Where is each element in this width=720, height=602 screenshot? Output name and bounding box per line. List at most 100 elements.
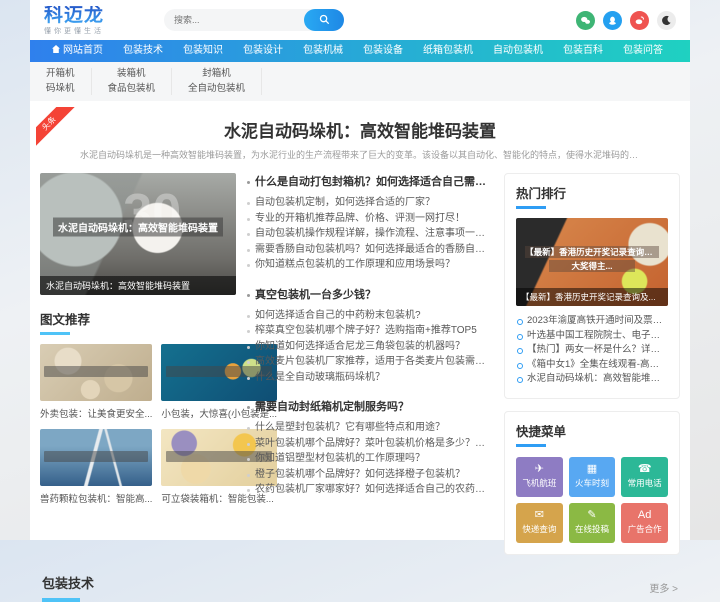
nav-item-baozhuangbaike[interactable]: 包装百科 xyxy=(553,40,613,62)
weibo-icon[interactable] xyxy=(630,10,649,30)
recommend-card[interactable]: 兽药颗粒包装机：智能高... xyxy=(40,429,153,505)
qa-link[interactable]: 什么是全自动玻璃瓶码垛机？ xyxy=(246,370,494,386)
airplane-icon: ✈ xyxy=(534,463,544,475)
main-columns: 30 水泥自动码垛机：高效智能堆码装置 水泥自动码垛机：高效智能堆码装置 图文推… xyxy=(30,171,690,567)
more-link[interactable]: 更多 > xyxy=(649,580,678,595)
qa-link[interactable]: 自动包装机操作规程详解，操作流程、注意事项一网打尽 xyxy=(246,226,494,242)
subnav-col-2: 装箱机 食品包装机 xyxy=(92,68,173,95)
nav-item-home[interactable]: 网站首页 xyxy=(42,40,113,62)
featured-overlay-title: 水泥自动码垛机：高效智能堆码装置 xyxy=(53,217,223,237)
nav-item-zidongbaozhuangji[interactable]: 自动包装机 xyxy=(483,40,553,62)
hot-ranking-card: 热门排行 【最新】香港历史开奖记录查询及分 大奖得主... 【最新】香港历史开奖… xyxy=(504,173,680,399)
search-input[interactable] xyxy=(164,15,305,25)
ad-icon: Ad xyxy=(637,509,652,521)
submit-icon: ✎ xyxy=(587,509,597,521)
search-bar xyxy=(164,9,345,31)
middle-column: 什么是自动打包封箱机？如何选择适合自己需求的自动打包 自动包装机定制，如何选择合… xyxy=(246,173,494,567)
qa-group-header[interactable]: 真空包装机一台多少钱？ xyxy=(246,286,494,304)
qa-link[interactable]: 专业的开箱机推荐品牌、价格、评测一网打尽！ xyxy=(246,211,494,227)
headline-ribbon: 头条 xyxy=(36,107,82,153)
nav-item-baozhuangshebei[interactable]: 包装设备 xyxy=(353,40,413,62)
qa-link[interactable]: 什么是塑封包装机？它有哪些特点和用途？ xyxy=(246,420,494,436)
home-icon xyxy=(52,40,60,62)
hot-featured-caption[interactable]: 【最新】香港历史开奖记录查询及... xyxy=(516,288,668,306)
headline-section: 头条 水泥自动码垛机：高效智能堆码装置 水泥自动码垛机是一种高效智能堆码装置，为… xyxy=(30,107,690,171)
nav-item-baozhuangsheji[interactable]: 包装设计 xyxy=(233,40,293,62)
hot-ranking-title: 热门排行 xyxy=(516,183,668,209)
bottom-section: 包装技术 更多 > xyxy=(30,567,690,602)
qa-group-header[interactable]: 什么是自动打包封箱机？如何选择适合自己需求的自动打包 xyxy=(246,173,494,191)
subnav-link-fengxiangji[interactable]: 封箱机 xyxy=(188,68,245,80)
content-wrapper: 科迈龙 懂你更懂生活 搜索... 网站首页 包装技术 包装知识 包装设计 包装机… xyxy=(30,0,690,602)
qa-group-header[interactable]: 需要自动封纸箱机定制服务吗？ xyxy=(246,398,494,416)
qa-link[interactable]: 你知道铝塑型材包装机的工作原理吗？ xyxy=(246,451,494,467)
recommend-caption[interactable]: 外卖包装：让美食更安全... xyxy=(40,406,152,420)
subnav-link-maduoji[interactable]: 码垛机 xyxy=(46,83,75,95)
right-sidebar: 热门排行 【最新】香港历史开奖记录查询及分 大奖得主... 【最新】香港历史开奖… xyxy=(504,173,680,567)
train-schedule-icon: ▦ xyxy=(586,463,598,475)
featured-caption[interactable]: 水泥自动码垛机：高效智能堆码装置 xyxy=(40,276,236,295)
qa-link[interactable]: 高效麦片包装机厂家推荐，适用于各类麦片包装需求！ xyxy=(246,354,494,370)
quick-menu-tiles: ✈ 飞机航班 ▦ 火车时刻 ☎ 常用电话 ✉ 快递查询 ✎ 在线投稿 Ad 广告… xyxy=(516,456,668,543)
search-button[interactable] xyxy=(304,9,345,31)
qa-link[interactable]: 菜叶包装机哪个品牌好？菜叶包装机价格是多少？菜叶包装机 xyxy=(246,436,494,452)
hot-overlay-line2: 大奖得主... xyxy=(549,260,635,273)
qa-link[interactable]: 需要香肠自动包装机吗？如何选择最适合的香肠自动包装机 xyxy=(246,242,494,258)
subnav-link-shipinbaozhuangji[interactable]: 食品包装机 xyxy=(108,83,156,95)
nav-item-baozhuangjishu[interactable]: 包装技术 xyxy=(113,40,173,62)
hot-featured-image[interactable]: 【最新】香港历史开奖记录查询及分 大奖得主... 【最新】香港历史开奖记录查询及… xyxy=(516,218,668,306)
subnav-col-3: 封箱机 全自动包装机 xyxy=(172,68,263,95)
hot-list-item[interactable]: 2023年渝厦高铁开通时间及票价查询 xyxy=(516,314,668,329)
tile-submit-online[interactable]: ✎ 在线投稿 xyxy=(568,502,616,543)
hot-list-item[interactable]: 【热门】两女一杯是什么？详解两女一 xyxy=(516,343,668,358)
qa-link[interactable]: 农药包装机厂家哪家好？如何选择适合自己的农药包装机？ xyxy=(246,482,494,498)
hot-list-item[interactable]: 水泥自动码垛机：高效智能堆码装置 xyxy=(516,372,668,387)
tile-train-times[interactable]: ▦ 火车时刻 xyxy=(568,456,616,497)
nav-item-baozhuangzhishi[interactable]: 包装知识 xyxy=(173,40,233,62)
nav-item-zhixiangbaozhuangji[interactable]: 纸箱包装机 xyxy=(413,40,483,62)
tile-flights[interactable]: ✈ 飞机航班 xyxy=(516,456,563,497)
hot-overlay-line1: 【最新】香港历史开奖记录查询及分 xyxy=(525,246,659,259)
search-icon xyxy=(319,13,330,28)
recommend-image-vet-granule[interactable] xyxy=(40,429,153,486)
recommend-card[interactable]: 外卖包装：让美食更安全... xyxy=(40,344,153,420)
image-overlay-chip xyxy=(44,365,148,377)
hot-list-item[interactable]: 叶选基中国工程院院士、电子学科泰 xyxy=(516,329,668,344)
page: 科迈龙 懂你更懂生活 搜索... 网站首页 包装技术 包装知识 包装设计 包装机… xyxy=(0,0,720,602)
tile-ad-cooperation[interactable]: Ad 广告合作 xyxy=(621,502,668,543)
recommend-caption[interactable]: 兽药颗粒包装机：智能高... xyxy=(40,491,152,505)
express-icon: ✉ xyxy=(534,509,544,521)
recommend-image-takeout[interactable] xyxy=(40,344,153,401)
recommend-section-title: 图文推荐 xyxy=(40,309,236,335)
wechat-icon[interactable] xyxy=(576,10,595,30)
bottom-section-title: 包装技术 xyxy=(42,573,94,602)
image-overlay-chip xyxy=(44,450,148,462)
logo-tagline: 懂你更懂生活 xyxy=(44,27,104,35)
main-nav: 网站首页 包装技术 包装知识 包装设计 包装机械 包装设备 纸箱包装机 自动包装… xyxy=(30,40,690,62)
site-logo[interactable]: 科迈龙 懂你更懂生活 xyxy=(44,6,104,35)
nav-item-baozhuangwenda[interactable]: 包装问答 xyxy=(613,40,673,62)
headline-badge: 头条 xyxy=(36,107,77,152)
hot-list: 2023年渝厦高铁开通时间及票价查询 叶选基中国工程院院士、电子学科泰 【热门】… xyxy=(516,314,668,387)
quick-menu-card: 快捷菜单 ✈ 飞机航班 ▦ 火车时刻 ☎ 常用电话 ✉ 快递查询 ✎ 在线投稿 … xyxy=(504,410,680,555)
qa-group-2: 真空包装机一台多少钱？ 如何选择适合自己的中药粉末包装机? 榨菜真空包装机哪个牌… xyxy=(246,286,494,386)
tile-express-tracking[interactable]: ✉ 快递查询 xyxy=(516,502,563,543)
header: 科迈龙 懂你更懂生活 xyxy=(30,0,690,40)
subnav-link-zhuangxiangji[interactable]: 装箱机 xyxy=(108,68,156,80)
qa-link[interactable]: 你知道糕点包装机的工作原理和应用场景吗？ xyxy=(246,257,494,273)
qa-group-1: 什么是自动打包封箱机？如何选择适合自己需求的自动打包 自动包装机定制，如何选择合… xyxy=(246,173,494,273)
subnav-link-kaixiangji[interactable]: 开箱机 xyxy=(46,68,75,80)
qq-icon[interactable] xyxy=(603,10,622,30)
qa-link[interactable]: 自动包装机定制，如何选择合适的厂家？ xyxy=(246,195,494,211)
qa-link[interactable]: 榨菜真空包装机哪个牌子好？选购指南+推荐TOP5 xyxy=(246,323,494,339)
qa-link[interactable]: 你知道如何选择适合尼龙三角袋包装的机器吗？ xyxy=(246,339,494,355)
qa-link[interactable]: 如何选择适合自己的中药粉末包装机? xyxy=(246,308,494,324)
tile-common-phones[interactable]: ☎ 常用电话 xyxy=(621,456,668,497)
hot-list-item[interactable]: 《箱中女1》全集在线观看-高清无广 xyxy=(516,358,668,373)
subnav-link-quanzidongbaozhuangji[interactable]: 全自动包装机 xyxy=(188,83,245,95)
qa-link[interactable]: 橙子包装机哪个品牌好？如何选择橙子包装机？ xyxy=(246,467,494,483)
headline-title[interactable]: 水泥自动码垛机：高效智能堆码装置 xyxy=(80,117,640,142)
dark-mode-icon[interactable] xyxy=(657,10,676,30)
nav-item-baozhuangjixie[interactable]: 包装机械 xyxy=(293,40,353,62)
featured-article-image[interactable]: 30 水泥自动码垛机：高效智能堆码装置 水泥自动码垛机：高效智能堆码装置 xyxy=(40,173,236,295)
